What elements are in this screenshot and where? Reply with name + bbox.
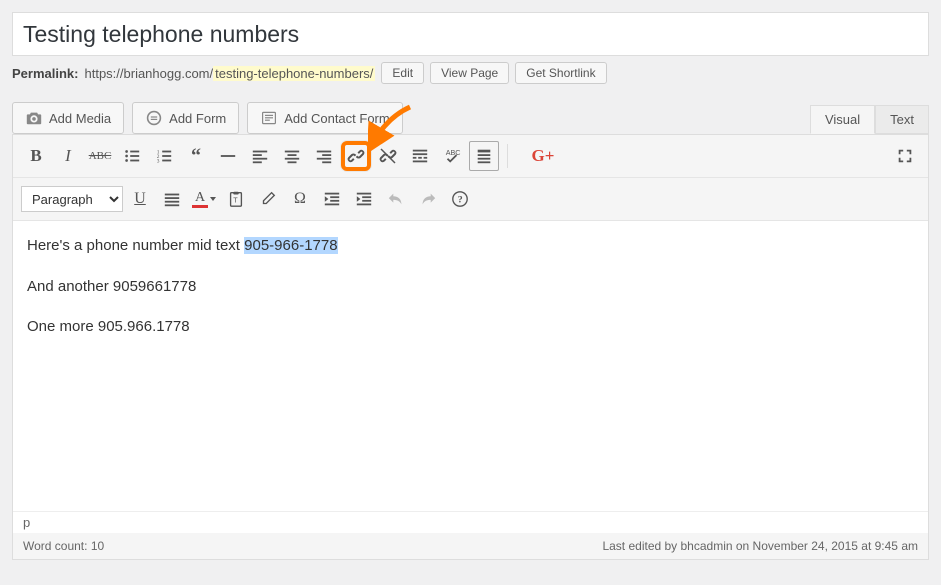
permalink-slug[interactable]: testing-telephone-numbers/: [213, 66, 375, 81]
post-title-input[interactable]: [12, 12, 929, 56]
clear-formatting-button[interactable]: [253, 184, 283, 214]
permalink-label: Permalink:: [12, 66, 78, 81]
toolbar-row-1: B I ABC 123 “ ABC: [13, 135, 928, 178]
permalink-url: https://brianhogg.com/testing-telephone-…: [84, 66, 375, 81]
fullscreen-button[interactable]: [890, 141, 920, 171]
align-right-button[interactable]: [309, 141, 339, 171]
svg-text:ABC: ABC: [446, 148, 461, 157]
help-button[interactable]: ?: [445, 184, 475, 214]
outdent-button[interactable]: [317, 184, 347, 214]
permalink-row: Permalink: https://brianhogg.com/testing…: [12, 62, 929, 84]
spellcheck-button[interactable]: ABC: [437, 141, 467, 171]
get-shortlink-button[interactable]: Get Shortlink: [515, 62, 606, 84]
tab-visual[interactable]: Visual: [810, 105, 875, 134]
contact-form-icon: [260, 109, 278, 127]
svg-text:?: ?: [458, 195, 463, 206]
google-plus-button[interactable]: G+: [528, 141, 558, 171]
content-line-2: And another 9059661778: [27, 276, 914, 299]
align-center-button[interactable]: [277, 141, 307, 171]
edit-permalink-button[interactable]: Edit: [381, 62, 424, 84]
form-icon: [145, 109, 163, 127]
dropdown-caret-icon: [210, 197, 216, 201]
svg-text:T: T: [233, 196, 238, 205]
redo-button[interactable]: [413, 184, 443, 214]
word-count-label: Word count:: [23, 539, 91, 553]
align-left-button[interactable]: [245, 141, 275, 171]
undo-button[interactable]: [381, 184, 411, 214]
word-count-value: 10: [91, 539, 104, 553]
toolbar-separator: [507, 144, 508, 168]
underline-button[interactable]: U: [125, 184, 155, 214]
add-form-button[interactable]: Add Form: [132, 102, 239, 134]
insert-more-button[interactable]: [405, 141, 435, 171]
add-form-label: Add Form: [169, 111, 226, 126]
permalink-base: https://brianhogg.com/: [84, 66, 213, 81]
selected-phone-number: 905-966-1778: [244, 237, 337, 254]
numbered-list-button[interactable]: 123: [149, 141, 179, 171]
insert-link-button[interactable]: [341, 141, 371, 171]
last-edited: Last edited by bhcadmin on November 24, …: [602, 539, 918, 553]
italic-button[interactable]: I: [53, 141, 83, 171]
editor-footer: Word count: 10 Last edited by bhcadmin o…: [13, 533, 928, 559]
content-line-1-pre: Here's a phone number mid text: [27, 237, 244, 254]
add-media-button[interactable]: Add Media: [12, 102, 124, 134]
add-media-label: Add Media: [49, 111, 111, 126]
camera-icon: [25, 109, 43, 127]
tab-text[interactable]: Text: [875, 105, 929, 134]
content-line-1: Here's a phone number mid text 905-966-1…: [27, 235, 914, 258]
format-select[interactable]: Paragraph: [21, 186, 123, 212]
text-color-button[interactable]: A: [189, 184, 219, 214]
align-justify-button[interactable]: [157, 184, 187, 214]
editor-container: B I ABC 123 “ ABC: [12, 134, 929, 560]
strikethrough-button[interactable]: ABC: [85, 141, 115, 171]
media-buttons-row: Add Media Add Form Add Contact Form Visu…: [12, 102, 929, 134]
svg-text:1: 1: [157, 149, 160, 155]
special-character-button[interactable]: Ω: [285, 184, 315, 214]
editor-content-area[interactable]: Here's a phone number mid text 905-966-1…: [13, 221, 928, 511]
paste-text-button[interactable]: T: [221, 184, 251, 214]
element-path[interactable]: p: [13, 511, 928, 533]
horizontal-rule-button[interactable]: [213, 141, 243, 171]
indent-button[interactable]: [349, 184, 379, 214]
toolbar-row-2: Paragraph U A T Ω ?: [13, 178, 928, 221]
toolbar-toggle-button[interactable]: [469, 141, 499, 171]
add-contact-form-button[interactable]: Add Contact Form: [247, 102, 403, 134]
bullet-list-button[interactable]: [117, 141, 147, 171]
view-page-button[interactable]: View Page: [430, 62, 509, 84]
bold-button[interactable]: B: [21, 141, 51, 171]
svg-text:3: 3: [157, 158, 160, 164]
svg-text:2: 2: [157, 154, 160, 160]
remove-link-button[interactable]: [373, 141, 403, 171]
editor-tabs: Visual Text: [810, 105, 929, 134]
add-contact-form-label: Add Contact Form: [284, 111, 390, 126]
content-line-3: One more 905.966.1778: [27, 316, 914, 339]
word-count: Word count: 10: [23, 539, 104, 553]
blockquote-button[interactable]: “: [181, 141, 211, 171]
